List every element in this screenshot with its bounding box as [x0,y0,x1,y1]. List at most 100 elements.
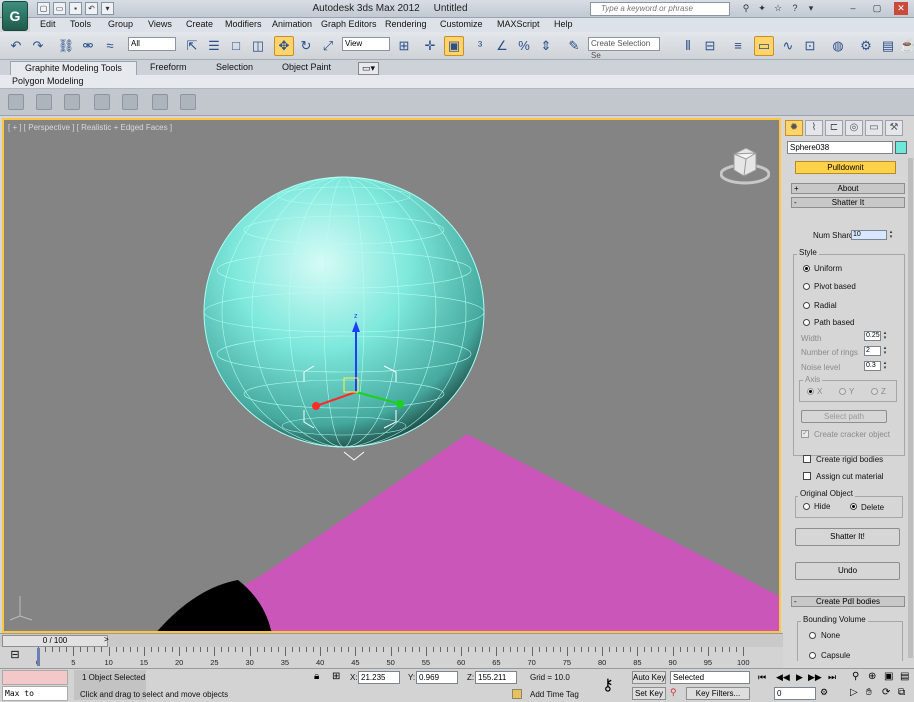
search-input[interactable]: Type a keyword or phrase [590,2,730,16]
spinner-snap-icon[interactable]: ⇕ [536,36,556,56]
key-filters-button[interactable]: Key Filters... [686,687,750,700]
axis-y-radio[interactable] [839,388,846,395]
align-icon[interactable]: ⊟ [700,36,720,56]
original-hide-radio[interactable] [803,503,810,510]
rings-input[interactable]: 2 [864,346,881,356]
schematic-view-icon[interactable]: ⊡ [800,36,820,56]
rendered-frame-icon[interactable]: ▤ [878,36,898,56]
sphere-object[interactable] [203,176,485,448]
bounding-capsule-radio[interactable] [809,652,816,659]
help-icon[interactable]: ? [788,2,802,15]
polygon-tool-icon[interactable] [8,94,24,110]
original-delete-label[interactable]: Delete [861,503,884,512]
star-icon[interactable]: ☆ [771,2,785,15]
menu-animation[interactable]: Animation [272,19,312,29]
curve-editor-icon[interactable]: ∿ [778,36,798,56]
zoom-extents-all-icon[interactable]: ▤ [900,671,909,682]
redo-icon[interactable]: ↷ [28,36,48,56]
menu-customize[interactable]: Customize [440,19,483,29]
num-shards-spinner[interactable]: ▴ ▾ [888,230,894,240]
next-frame-icon[interactable]: ▶▶ [808,672,822,683]
style-pivot-radio[interactable] [803,283,810,290]
menu-modifiers[interactable]: Modifiers [225,19,262,29]
style-pivot-label[interactable]: Pivot based [814,282,856,291]
tab-object-paint[interactable]: Object Paint [282,62,331,72]
set-key-icon[interactable]: ⚷ [602,675,614,695]
maxscript-listener-bottom[interactable]: Max to Physc. [2,686,68,701]
num-shards-input[interactable]: 10 [851,230,887,240]
set-key-button[interactable]: Set Key [632,687,666,700]
original-hide-label[interactable]: Hide [814,502,830,511]
link-icon[interactable]: ⛓ [56,36,76,56]
style-uniform-radio[interactable] [803,265,810,272]
zoom-all-icon[interactable]: ⊕ [868,671,876,682]
perspective-viewport[interactable]: z [ + ] [ Perspective ] [ Realistic + Ed… [2,118,781,633]
pulldownit-button[interactable]: Pulldownit [795,161,896,174]
viewport-label[interactable]: [ + ] [ Perspective ] [ Realistic + Edge… [8,123,172,132]
utilities-tab-icon[interactable]: ⚒ [885,120,903,136]
time-slider-next-icon[interactable]: > [104,635,109,644]
select-by-name-icon[interactable]: ☰ [204,36,224,56]
mirror-icon[interactable]: ⫴ [678,36,698,56]
select-path-button[interactable]: Select path [801,410,887,423]
pan-icon[interactable]: ✋︎ [866,687,872,698]
undo-shatter-button[interactable]: Undo [795,562,900,580]
width-spinner[interactable]: ▴ ▾ [882,331,888,341]
paint-tool-icon[interactable] [94,94,110,110]
style-radial-label[interactable]: Radial [814,301,837,310]
subscription-icon[interactable]: ✦ [755,2,769,15]
axis-z-radio[interactable] [871,388,878,395]
minimize-button[interactable]: – [846,2,860,15]
maximize-viewport-icon[interactable]: ⧉ [898,687,905,698]
ribbon-options-dropdown[interactable]: ▭▾ [358,62,380,75]
shatter-rollout[interactable]: - Shatter It [791,197,905,208]
binoculars-icon[interactable]: ⚲ [739,2,753,15]
transform-mode-icon[interactable]: ⊞ [332,671,340,682]
display-tab-icon[interactable]: ▭ [865,120,883,136]
shatter-it-button[interactable]: Shatter It! [795,528,900,546]
grid-tool-icon[interactable] [122,94,138,110]
assign-cut-label[interactable]: Assign cut material [816,472,884,481]
x-coord-field[interactable]: 21.235 [358,671,400,684]
tab-freeform[interactable]: Freeform [150,62,187,72]
go-end-icon[interactable]: ⏭ [828,672,836,683]
snaps-toggle-icon[interactable]: ³ [470,36,490,56]
undo-icon[interactable]: ↶ [6,36,26,56]
bounding-capsule-label[interactable]: Capsule [821,651,850,660]
select-manipulate-icon[interactable]: ✛ [420,36,440,56]
hierarchy-tab-icon[interactable]: ⊏ [825,120,843,136]
assign-cut-checkbox[interactable] [803,472,811,480]
app-logo-button[interactable]: G [2,1,28,31]
unlink-icon[interactable]: ⚮ [78,36,98,56]
create-rigid-label[interactable]: Create rigid bodies [816,455,883,464]
convert-tool-icon[interactable] [152,94,168,110]
time-config-icon[interactable]: ⚙ [820,687,828,698]
rect-selection-icon[interactable]: □ [226,36,246,56]
tab-selection[interactable]: Selection [216,62,253,72]
time-slider-bar[interactable]: 0 / 100 > [0,633,783,647]
zoom-extents-icon[interactable]: ▣ [884,671,893,682]
keyboard-shortcut-override-icon[interactable]: ▣ [444,36,464,56]
open-file-icon[interactable]: ▭ [53,2,66,15]
menu-maxscript[interactable]: MAXScript [497,19,540,29]
edge-tool-icon[interactable] [64,94,80,110]
motion-tab-icon[interactable]: ◎ [845,120,863,136]
z-coord-field[interactable]: 155.211 [475,671,517,684]
key-mode-dropdown[interactable]: Selected [670,671,750,684]
menu-group[interactable]: Group [108,19,133,29]
menu-graph-editors[interactable]: Graph Editors [321,19,377,29]
pdi-bodies-rollout[interactable]: - Create PdI bodies [791,596,905,607]
reference-coord-dropdown[interactable]: View [342,37,390,51]
undo-quick-icon[interactable]: ↶ [85,2,98,15]
bind-space-warp-icon[interactable]: ≈ [100,36,120,56]
percent-snap-icon[interactable]: % [514,36,534,56]
go-start-icon[interactable]: ⏮ [758,672,766,683]
selection-filter-dropdown[interactable]: All [128,37,176,51]
create-rigid-checkbox[interactable] [803,455,811,463]
close-button[interactable]: ✕ [894,2,908,15]
prev-frame-icon[interactable]: ◀◀ [776,672,790,683]
menu-edit[interactable]: Edit [40,19,56,29]
current-frame-marker[interactable] [37,648,40,666]
create-tab-icon[interactable]: ✹ [785,120,803,136]
command-panel-scrollbar[interactable] [908,158,913,658]
